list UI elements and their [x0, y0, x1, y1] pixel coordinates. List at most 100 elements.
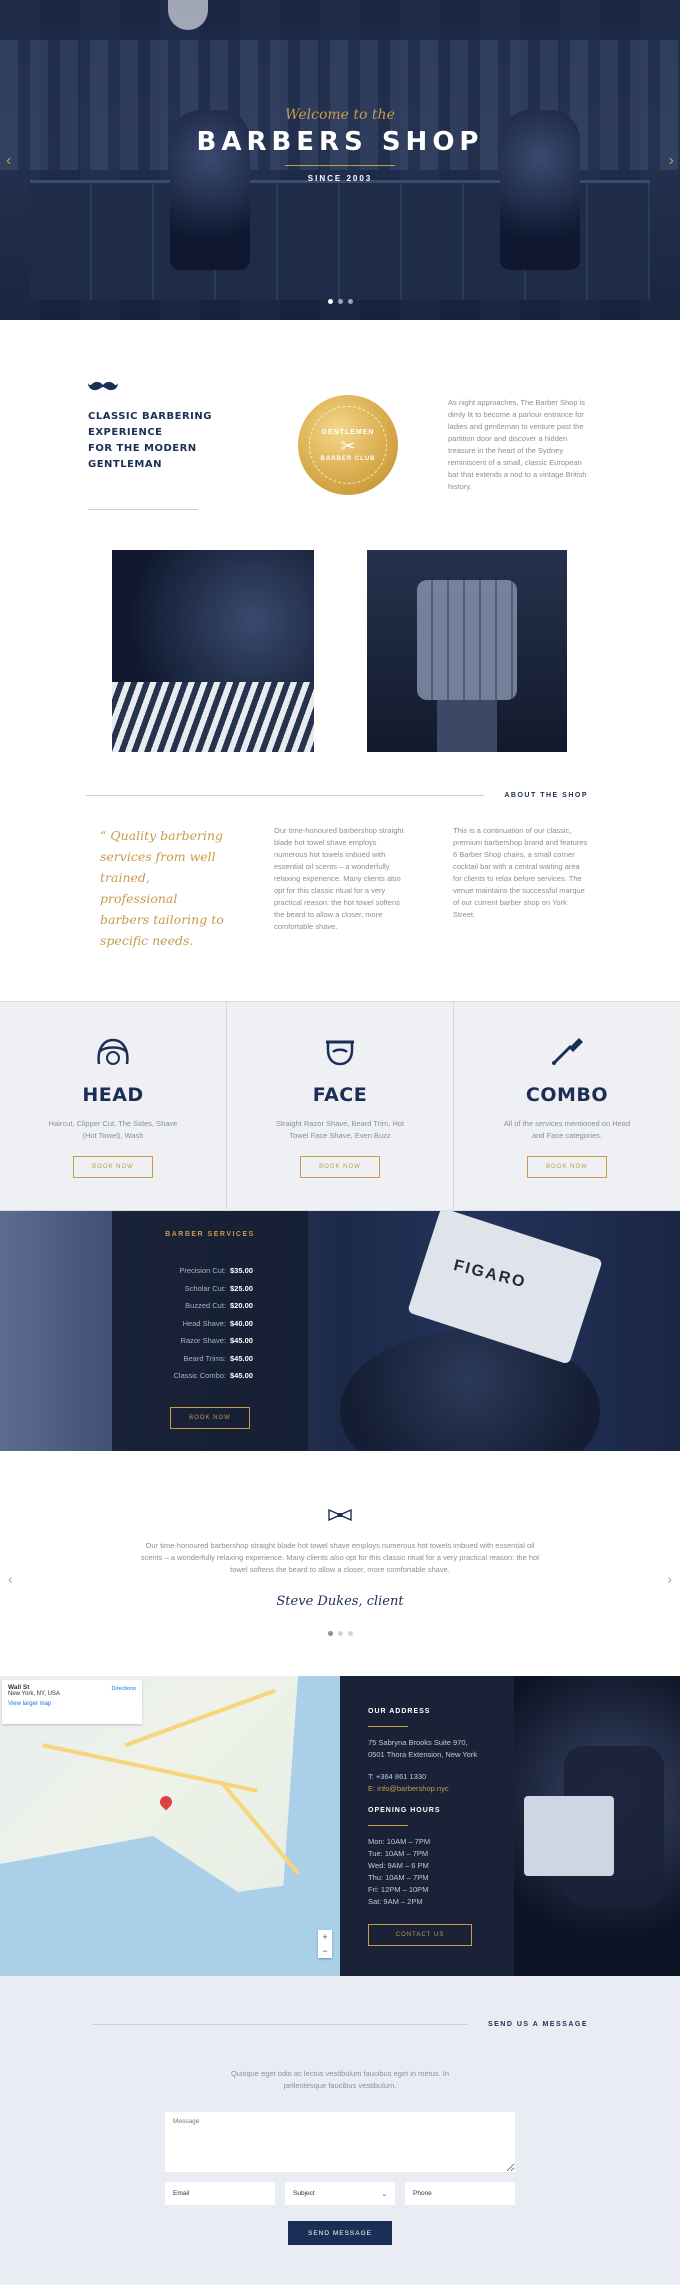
- map-pin-icon[interactable]: [157, 1793, 175, 1811]
- address-title: OUR ADDRESS: [368, 1708, 431, 1715]
- service-title: COMBO: [525, 1084, 609, 1106]
- form-intro-line: pellentesque faucibus vestibulum.: [283, 2081, 397, 2090]
- badge-ring: GENTLEMEN ✂ BARBER CLUB: [309, 406, 387, 484]
- testimonial-dot[interactable]: [347, 1631, 353, 1636]
- message-field[interactable]: [165, 2112, 515, 2172]
- testimonial-author: Steve Dukes, client: [276, 1594, 404, 1609]
- about-label: ABOUT THE SHOP: [504, 792, 588, 799]
- badge-top-text: GENTLEMEN: [321, 428, 375, 436]
- zoom-in-button[interactable]: +: [318, 1930, 332, 1944]
- google-map[interactable]: Wall St New York, NY, USA View larger ma…: [0, 1676, 340, 1976]
- email-field[interactable]: Email: [165, 2182, 275, 2205]
- contact-us-button[interactable]: CONTACT US: [368, 1924, 472, 1946]
- about-column-1: Our time-honoured barbershop straight bl…: [274, 826, 404, 931]
- price-row: Precision Cut: $35.00: [112, 1262, 308, 1280]
- service-price: $25.00: [230, 1283, 253, 1293]
- razor-icon: [547, 1034, 587, 1068]
- hours-row: Sat: 9AM – 2PM: [368, 1897, 423, 1906]
- contact-section: Wall St New York, NY, USA View larger ma…: [0, 1676, 680, 1976]
- email-link[interactable]: E: info@barbershop.nyc: [368, 1783, 486, 1795]
- towel-print: FIGARO: [451, 1257, 529, 1292]
- service-name: Beard Trims:: [183, 1353, 226, 1363]
- service-name: Head Shave:: [182, 1318, 226, 1328]
- service-name: Buzzed Cut:: [185, 1301, 226, 1310]
- hero-slider: Welcome to the BARBERS SHOP SINCE 2003 ‹…: [0, 0, 680, 320]
- service-name: Classic Combo:: [173, 1371, 226, 1380]
- barber-chair-photo: [367, 550, 567, 752]
- view-larger-map-link[interactable]: View larger map: [8, 1701, 136, 1707]
- service-name: Precision Cut:: [179, 1266, 226, 1275]
- subject-select[interactable]: Subject ⌄: [285, 2182, 395, 2205]
- book-now-button[interactable]: BOOK NOW: [73, 1156, 153, 1178]
- service-price: $45.00: [230, 1353, 253, 1363]
- subject-placeholder: Subject: [293, 2190, 315, 2197]
- beard-trim-photo: [112, 550, 314, 752]
- zoom-out-button[interactable]: −: [318, 1944, 332, 1958]
- hair-icon: [93, 1034, 133, 1068]
- slide-dot[interactable]: [347, 299, 353, 304]
- chevron-left-icon[interactable]: ‹: [8, 1571, 13, 1587]
- phone-field[interactable]: Phone: [405, 2182, 515, 2205]
- hero-welcome: Welcome to the: [285, 107, 395, 123]
- pricing-section: FIGARO BARBER SERVICES Precision Cut: $35…: [0, 1211, 680, 1451]
- service-card-face: FACE Straight Razor Shave, Beard Trim, H…: [227, 1002, 454, 1210]
- price-row: Scholar Cut: $25.00: [112, 1280, 308, 1298]
- service-price: $45.00: [230, 1336, 253, 1345]
- service-price: $45.00: [230, 1371, 253, 1380]
- form-header: SEND US A MESSAGE: [0, 2021, 680, 2028]
- price-row: Head Shave: $40.00: [112, 1315, 308, 1333]
- divider: [88, 509, 198, 510]
- hero-caption: Welcome to the BARBERS SHOP SINCE 2003: [0, 0, 680, 320]
- chevron-left-icon[interactable]: ‹: [6, 152, 11, 170]
- chair-base: [437, 700, 497, 752]
- form-intro-line: Quisque eget odio ac lectus vestibulum f…: [230, 2069, 450, 2078]
- chevron-down-icon: ⌄: [381, 2190, 387, 2198]
- testimonial-dot[interactable]: [327, 1631, 333, 1636]
- phone-number: T: +364 861 1330: [368, 1772, 427, 1781]
- testimonial-pagination: [140, 1631, 540, 1636]
- about-quote: “ Quality barbering services from well t…: [100, 828, 224, 948]
- divider: [92, 2024, 468, 2025]
- phone-placeholder: Phone: [413, 2190, 432, 2197]
- hours-row: Fri: 12PM – 10PM: [368, 1885, 429, 1894]
- map-road: [124, 1688, 276, 1748]
- hero-since: SINCE 2003: [307, 174, 373, 183]
- beard-icon: [320, 1034, 360, 1068]
- hours-row: Mon: 10AM – 7PM: [368, 1837, 431, 1846]
- directions-link[interactable]: Directions: [112, 1686, 136, 1692]
- message-form-section: SEND US A MESSAGE Quisque eget odio ac l…: [0, 1976, 680, 2285]
- service-title: HEAD: [82, 1084, 144, 1106]
- send-message-button[interactable]: SEND MESSAGE: [288, 2221, 392, 2245]
- service-price: $40.00: [230, 1318, 253, 1328]
- badge-bottom-text: BARBER CLUB: [320, 455, 376, 462]
- book-now-button[interactable]: BOOK NOW: [300, 1156, 380, 1178]
- book-now-button[interactable]: BOOK NOW: [170, 1406, 250, 1429]
- intro-heading: CLASSIC BARBERING EXPERIENCE FOR THE MOD…: [88, 409, 248, 473]
- chair-seat: [417, 580, 517, 700]
- razor-icon: ✂: [340, 435, 356, 456]
- book-now-button[interactable]: BOOK NOW: [527, 1156, 607, 1178]
- about-column-2: This is a continuation of our classic, p…: [453, 826, 588, 919]
- map-zoom-control: + −: [318, 1930, 332, 1958]
- map-info-card: Wall St New York, NY, USA View larger ma…: [2, 1680, 142, 1724]
- price-row: Razor Shave: $45.00: [112, 1332, 308, 1350]
- form-intro: Quisque eget odio ac lectus vestibulum f…: [0, 2068, 680, 2092]
- hero-title: BARBERS SHOP: [196, 127, 484, 157]
- service-description: All of the services mentioned on Head an…: [503, 1119, 631, 1140]
- testimonial-dot[interactable]: [337, 1631, 343, 1636]
- towel-shape: [524, 1796, 614, 1876]
- email-placeholder: Email: [173, 2190, 190, 2197]
- service-name: Scholar Cut:: [184, 1283, 226, 1293]
- intro-heading-line: FOR THE MODERN GENTLEMAN: [88, 443, 197, 470]
- chevron-right-icon[interactable]: ›: [669, 152, 674, 170]
- services-section: HEAD Haircut, Clipper Cut, The Sides, Sh…: [0, 1001, 680, 1211]
- service-card-head: HEAD Haircut, Clipper Cut, The Sides, Sh…: [0, 1002, 227, 1210]
- hero-pagination: [0, 299, 680, 304]
- service-card-combo: COMBO All of the services mentioned on H…: [454, 1002, 680, 1210]
- slide-dot[interactable]: [327, 299, 333, 304]
- chevron-right-icon[interactable]: ›: [667, 1571, 672, 1587]
- hours-row: Wed: 9AM – 6 PM: [368, 1861, 429, 1870]
- price-list-title: BARBER SERVICES: [165, 1231, 255, 1238]
- bow-tie-icon: [328, 1508, 352, 1522]
- slide-dot[interactable]: [337, 299, 343, 304]
